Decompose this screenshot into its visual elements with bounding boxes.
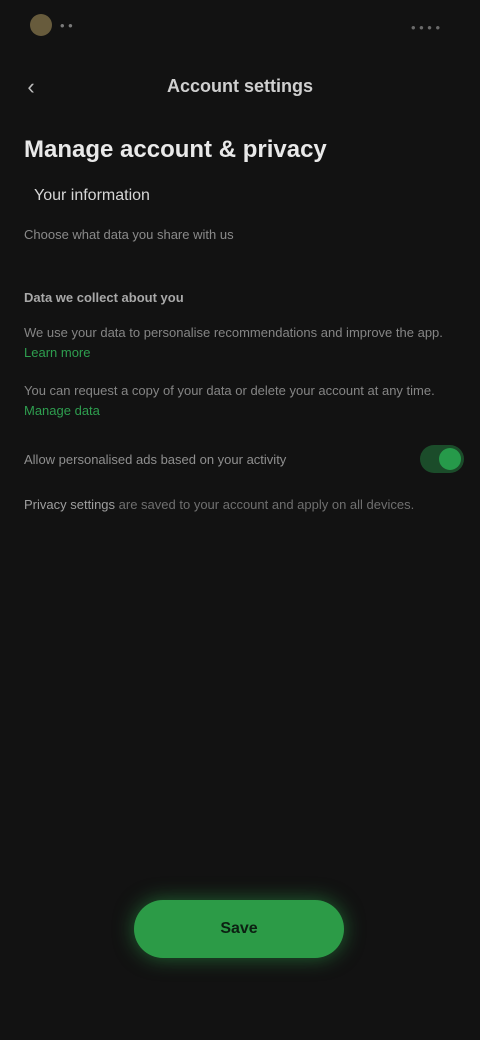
main-content: Manage account & privacy Your informatio…	[24, 136, 464, 515]
page-title: Account settings	[166, 76, 313, 96]
learn-more-link[interactable]: Learn more	[24, 345, 90, 360]
main-heading: Manage account & privacy	[24, 136, 327, 163]
status-bar: • • • • • •	[0, 0, 480, 56]
option-label: Allow personalised ads based on your act…	[24, 451, 287, 467]
personalised-ads-row[interactable]: Allow personalised ads based on your act…	[24, 439, 464, 479]
privacy-settings-link[interactable]: Privacy settings	[24, 497, 115, 512]
app-avatar-icon	[30, 14, 52, 36]
description-line: Choose what data you share with us	[24, 226, 234, 242]
manage-data-link[interactable]: Manage data	[24, 403, 100, 418]
paragraph-2-text: You can request a copy of your data or d…	[24, 383, 435, 399]
footer-rest: are saved to your account and apply on a…	[115, 497, 415, 513]
personalised-ads-toggle[interactable]	[420, 445, 464, 474]
status-left-text: • •	[60, 17, 73, 33]
section-title: Data we collect about you	[24, 289, 184, 305]
toggle-knob	[439, 448, 461, 471]
status-right-text: • • • •	[410, 20, 440, 35]
paragraph-1-text: We use your data to personalise recommen…	[24, 324, 443, 340]
footer-text: Privacy settings are saved to your accou…	[24, 495, 456, 515]
subheading: Your information	[34, 186, 150, 204]
status-left: • •	[30, 14, 73, 36]
top-bar: ‹ Account settings	[0, 62, 480, 112]
paragraph-1: We use your data to personalise recommen…	[24, 323, 456, 363]
paragraph-2: You can request a copy of your data or d…	[24, 381, 456, 421]
save-button[interactable]: Save	[134, 900, 344, 958]
